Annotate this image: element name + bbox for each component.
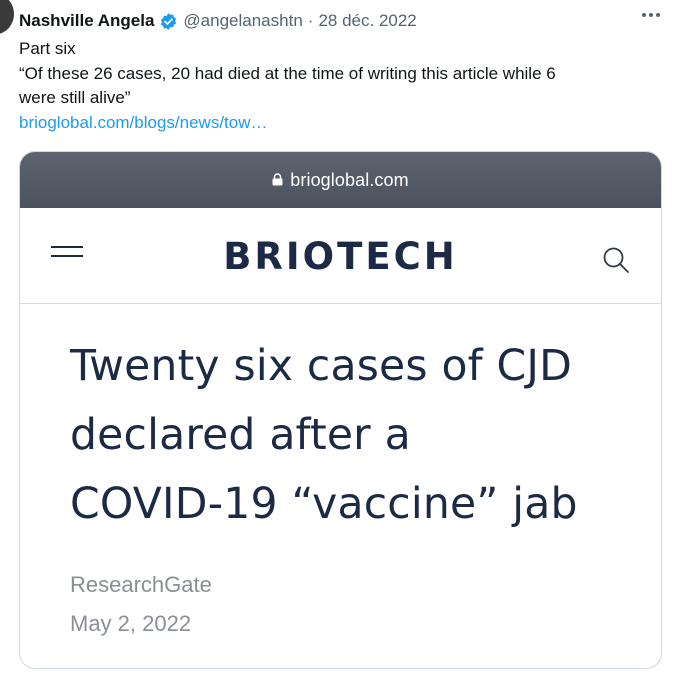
tweet-text-line: were still alive” (19, 88, 131, 107)
more-dot (642, 13, 646, 17)
separator-dot: · (307, 11, 314, 30)
media-card[interactable]: brioglobal.com BRIOTECH Twenty six cases… (19, 151, 662, 669)
article-date: May 2, 2022 (70, 611, 192, 636)
tweet-date[interactable]: 28 déc. 2022 (318, 11, 416, 31)
site-header: BRIOTECH (20, 208, 661, 304)
article-source: ResearchGate (70, 572, 212, 597)
verified-badge-icon (161, 12, 177, 30)
article-preview: Twenty six cases of CJD declared after a… (20, 304, 661, 637)
lock-icon (272, 172, 283, 185)
tweet-text-line: Part six (19, 39, 76, 58)
browser-address-bar: brioglobal.com (20, 152, 661, 208)
tweet-header: Nashville Angela @angelanashtn · 28 déc.… (19, 9, 417, 33)
more-dot (656, 13, 660, 17)
brand-logo: BRIOTECH (223, 235, 458, 278)
article-title-line: COVID-19 “vaccine” jab (70, 480, 578, 529)
search-icon (603, 247, 629, 273)
more-dot (649, 13, 653, 17)
article-title: Twenty six cases of CJD declared after a… (70, 332, 661, 539)
tweet-text-line: “Of these 26 cases, 20 had died at the t… (19, 63, 556, 83)
article-title-line: declared after a (70, 411, 411, 460)
browser-domain: brioglobal.com (290, 169, 409, 190)
tweet-text: Part six “Of these 26 cases, 20 had died… (19, 37, 659, 135)
avatar[interactable] (0, 0, 14, 34)
article-title-line: Twenty six cases of CJD (70, 342, 573, 391)
tweet-link[interactable]: brioglobal.com/blogs/news/tow… (19, 111, 659, 136)
author-name[interactable]: Nashville Angela (19, 11, 154, 31)
author-handle[interactable]: @angelanashtn (183, 11, 302, 31)
more-horizontal-icon[interactable] (642, 13, 660, 17)
